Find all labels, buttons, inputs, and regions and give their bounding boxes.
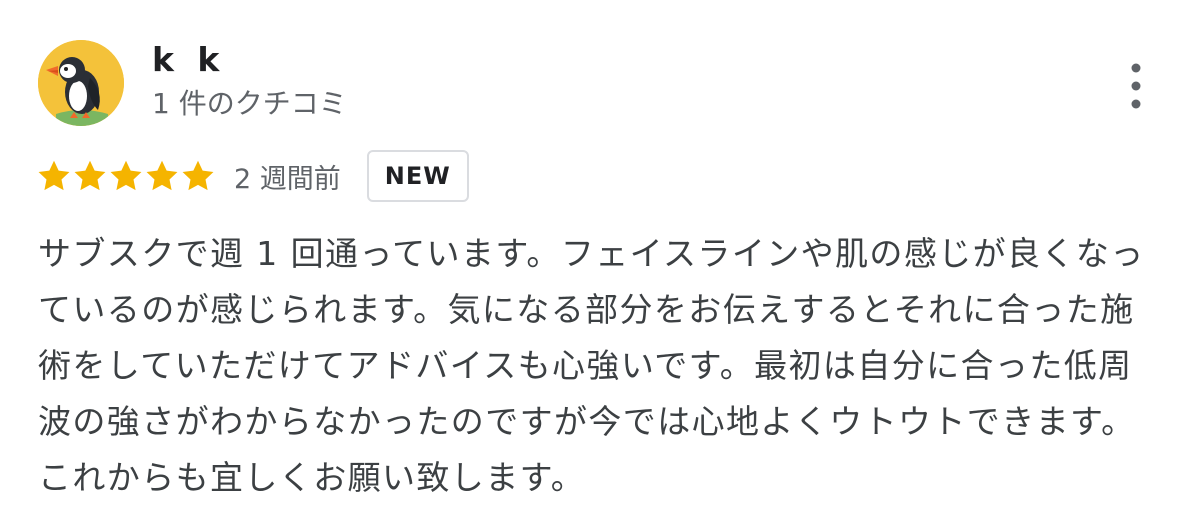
more-options-button[interactable] [1114, 56, 1158, 116]
review-date: 2 週間前 [234, 163, 341, 195]
review-card: k k 1 件のクチコミ 2 週間前 NEW サブスクで週 1 回通っています。… [0, 0, 1200, 516]
star-icon [146, 160, 178, 191]
more-vert-icon [1131, 63, 1141, 109]
avatar[interactable] [38, 40, 124, 126]
star-icon [182, 160, 214, 191]
author-review-count[interactable]: 1 件のクチコミ [152, 84, 347, 124]
author-name[interactable]: k k [152, 38, 225, 82]
review-text: サブスクで週 1 回通っています。フェイスラインや肌の感じが良くなっているのが感… [38, 234, 1145, 497]
star-icon [110, 160, 142, 191]
puffin-icon [38, 40, 124, 126]
rating-row: 2 週間前 NEW [36, 148, 469, 204]
star-icon [74, 160, 106, 191]
star-rating [36, 148, 216, 204]
new-badge: NEW [366, 150, 469, 202]
star-icon [38, 160, 70, 191]
